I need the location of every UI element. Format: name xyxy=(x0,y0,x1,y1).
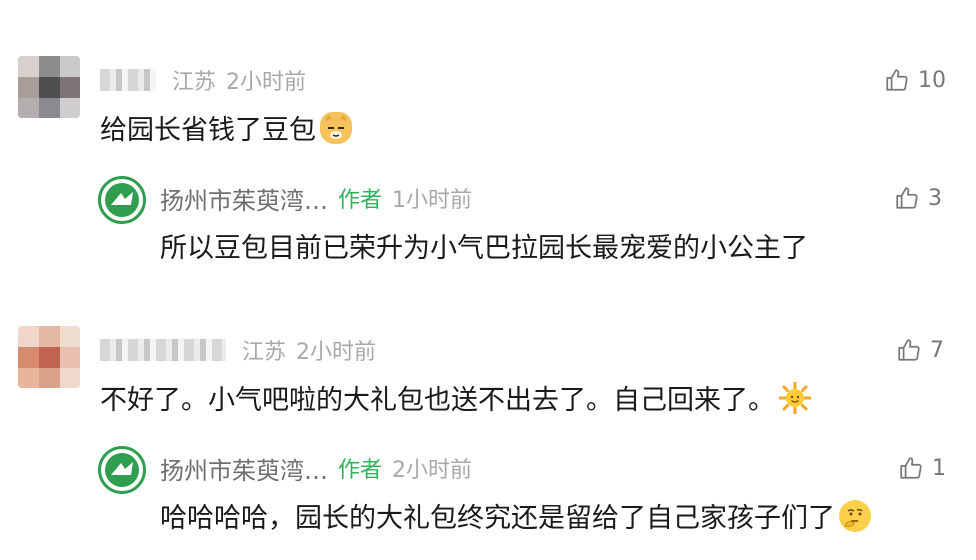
reply-content: 所以豆包目前已荣升为小气巴拉园长最宠爱的小公主了 xyxy=(160,233,808,264)
reply-text: 所以豆包目前已荣升为小气巴拉园长最宠爱的小公主了 xyxy=(160,226,808,265)
thumbs-up-icon xyxy=(900,457,922,479)
comment-thread: 江苏 2小时前 10 给园长省钱了豆包 扬州市茱萸湾… 作者 1小时前 3 所以… xyxy=(0,0,976,560)
comment-header: 江苏 2小时前 xyxy=(100,334,376,366)
smirk-cat-emoji-icon xyxy=(320,111,352,144)
thumbs-up-icon xyxy=(898,339,920,361)
like-button[interactable]: 7 xyxy=(896,334,944,366)
comment-text: 不好了。小气吧啦的大礼包也送不出去了。自己回来了。 xyxy=(100,378,812,417)
like-button[interactable]: 10 xyxy=(884,64,946,96)
sun-emoji-icon xyxy=(778,381,812,414)
comment-text: 给园长省钱了豆包 xyxy=(100,108,352,147)
location-label: 江苏 xyxy=(242,340,287,365)
author-avatar[interactable] xyxy=(98,176,146,224)
thinking-emoji-icon xyxy=(839,499,871,532)
avatar[interactable] xyxy=(18,326,80,388)
reply-text: 哈哈哈哈，园长的大礼包终究还是留给了自己家孩子们了 xyxy=(160,496,871,535)
thumbs-up-icon xyxy=(886,69,908,91)
masked-username[interactable] xyxy=(100,69,156,91)
like-count: 3 xyxy=(928,185,942,211)
masked-username[interactable] xyxy=(100,339,226,361)
like-count: 1 xyxy=(932,455,946,481)
reply-content: 哈哈哈哈，园长的大礼包终究还是留给了自己家孩子们了 xyxy=(160,503,835,534)
reply-header: 扬州市茱萸湾… 作者 1小时前 xyxy=(160,181,473,216)
author-name[interactable]: 扬州市茱萸湾… xyxy=(160,451,328,486)
avatar[interactable] xyxy=(18,56,80,118)
timestamp: 2小时前 xyxy=(392,458,473,483)
author-badge: 作者 xyxy=(338,188,383,213)
timestamp: 2小时前 xyxy=(296,340,377,365)
like-button[interactable]: 3 xyxy=(894,182,942,214)
comment-content: 不好了。小气吧啦的大礼包也送不出去了。自己回来了。 xyxy=(100,385,775,416)
like-button[interactable]: 1 xyxy=(898,452,946,484)
like-count: 7 xyxy=(930,337,944,363)
reply-header: 扬州市茱萸湾… 作者 2小时前 xyxy=(160,451,473,486)
timestamp: 2小时前 xyxy=(226,70,307,95)
author-name[interactable]: 扬州市茱萸湾… xyxy=(160,181,328,216)
thumbs-up-icon xyxy=(896,187,918,209)
timestamp: 1小时前 xyxy=(392,188,473,213)
author-avatar[interactable] xyxy=(98,446,146,494)
author-badge: 作者 xyxy=(338,458,383,483)
like-count: 10 xyxy=(918,67,946,93)
location-label: 江苏 xyxy=(172,70,217,95)
comment-content: 给园长省钱了豆包 xyxy=(100,115,316,146)
comment-header: 江苏 2小时前 xyxy=(100,64,306,96)
